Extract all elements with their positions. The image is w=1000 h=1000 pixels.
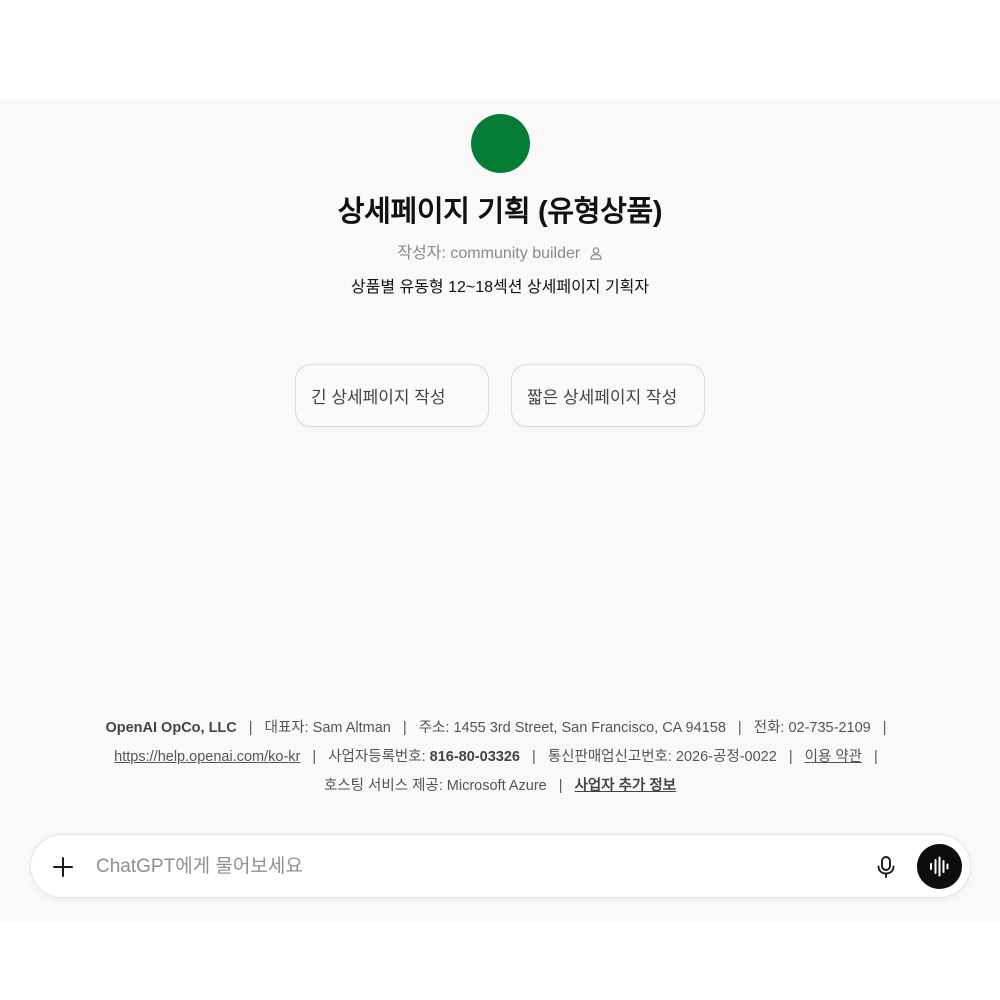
terms-link[interactable]: 이용 약관 <box>805 749 862 765</box>
person-icon <box>590 247 602 260</box>
separator: | <box>874 749 878 765</box>
author-prefix: 작성자: <box>397 245 446 262</box>
ceo-info: 대표자: Sam Altman <box>264 720 391 736</box>
separator: | <box>532 749 536 765</box>
prompt-input[interactable] <box>94 851 858 883</box>
voice-mode-button[interactable] <box>917 844 962 889</box>
footer-line-3: 호스팅 서비스 제공: Microsoft Azure | 사업자 추가 정보 <box>0 772 1000 801</box>
footer-line-2: https://help.openai.com/ko-kr | 사업자등록번호:… <box>0 743 1000 772</box>
author-name: community builder <box>450 245 581 262</box>
separator: | <box>558 778 563 794</box>
gpt-title: 상세페이지 기획 (유형상품) <box>337 196 663 228</box>
separator: | <box>312 749 317 765</box>
gpt-landing-page: 상세페이지 기획 (유형상품) 작성자: community builder 상… <box>0 100 1000 922</box>
separator: | <box>737 720 742 736</box>
author-line: 작성자: community builder <box>0 239 1000 263</box>
separator: | <box>788 749 793 765</box>
help-link[interactable]: https://help.openai.com/ko-kr <box>114 749 300 765</box>
legal-footer: OpenAI OpCo, LLC | 대표자: Sam Altman | 주소:… <box>0 714 1000 801</box>
prompt-composer <box>30 834 971 898</box>
hosting-info: 호스팅 서비스 제공: Microsoft Azure <box>323 778 547 794</box>
voice-waveform-icon <box>930 856 949 877</box>
conversation-starter-short[interactable]: 짧은 상세페이지 작성 <box>511 364 705 427</box>
separator: | <box>248 720 253 736</box>
company-name: OpenAI OpCo, LLC <box>105 720 237 736</box>
plus-icon[interactable] <box>49 853 77 881</box>
gpt-description: 상품별 유동형 12~18섹션 상세페이지 기획자 <box>350 279 650 296</box>
starter-label: 긴 상세페이지 작성 <box>311 388 446 407</box>
biz-reg-label: 사업자등록번호: <box>328 749 426 765</box>
separator: | <box>882 720 887 736</box>
microphone-icon[interactable] <box>873 854 899 880</box>
starter-label: 짧은 상세페이지 작성 <box>527 388 678 407</box>
footer-line-1: OpenAI OpCo, LLC | 대표자: Sam Altman | 주소:… <box>0 714 1000 743</box>
phone-info: 전화: 02-735-2109 <box>753 720 871 736</box>
address-info: 주소: 1455 3rd Street, San Francisco, CA 9… <box>418 720 726 736</box>
business-info-link[interactable]: 사업자 추가 정보 <box>575 778 676 794</box>
gpt-avatar-icon <box>471 114 530 173</box>
mail-order-info: 통신판매업신고번호: 2026-공정-0022 <box>547 749 777 765</box>
separator: | <box>402 720 407 736</box>
biz-reg-number: 816-80-03326 <box>429 749 520 765</box>
conversation-starter-long[interactable]: 긴 상세페이지 작성 <box>295 364 489 427</box>
